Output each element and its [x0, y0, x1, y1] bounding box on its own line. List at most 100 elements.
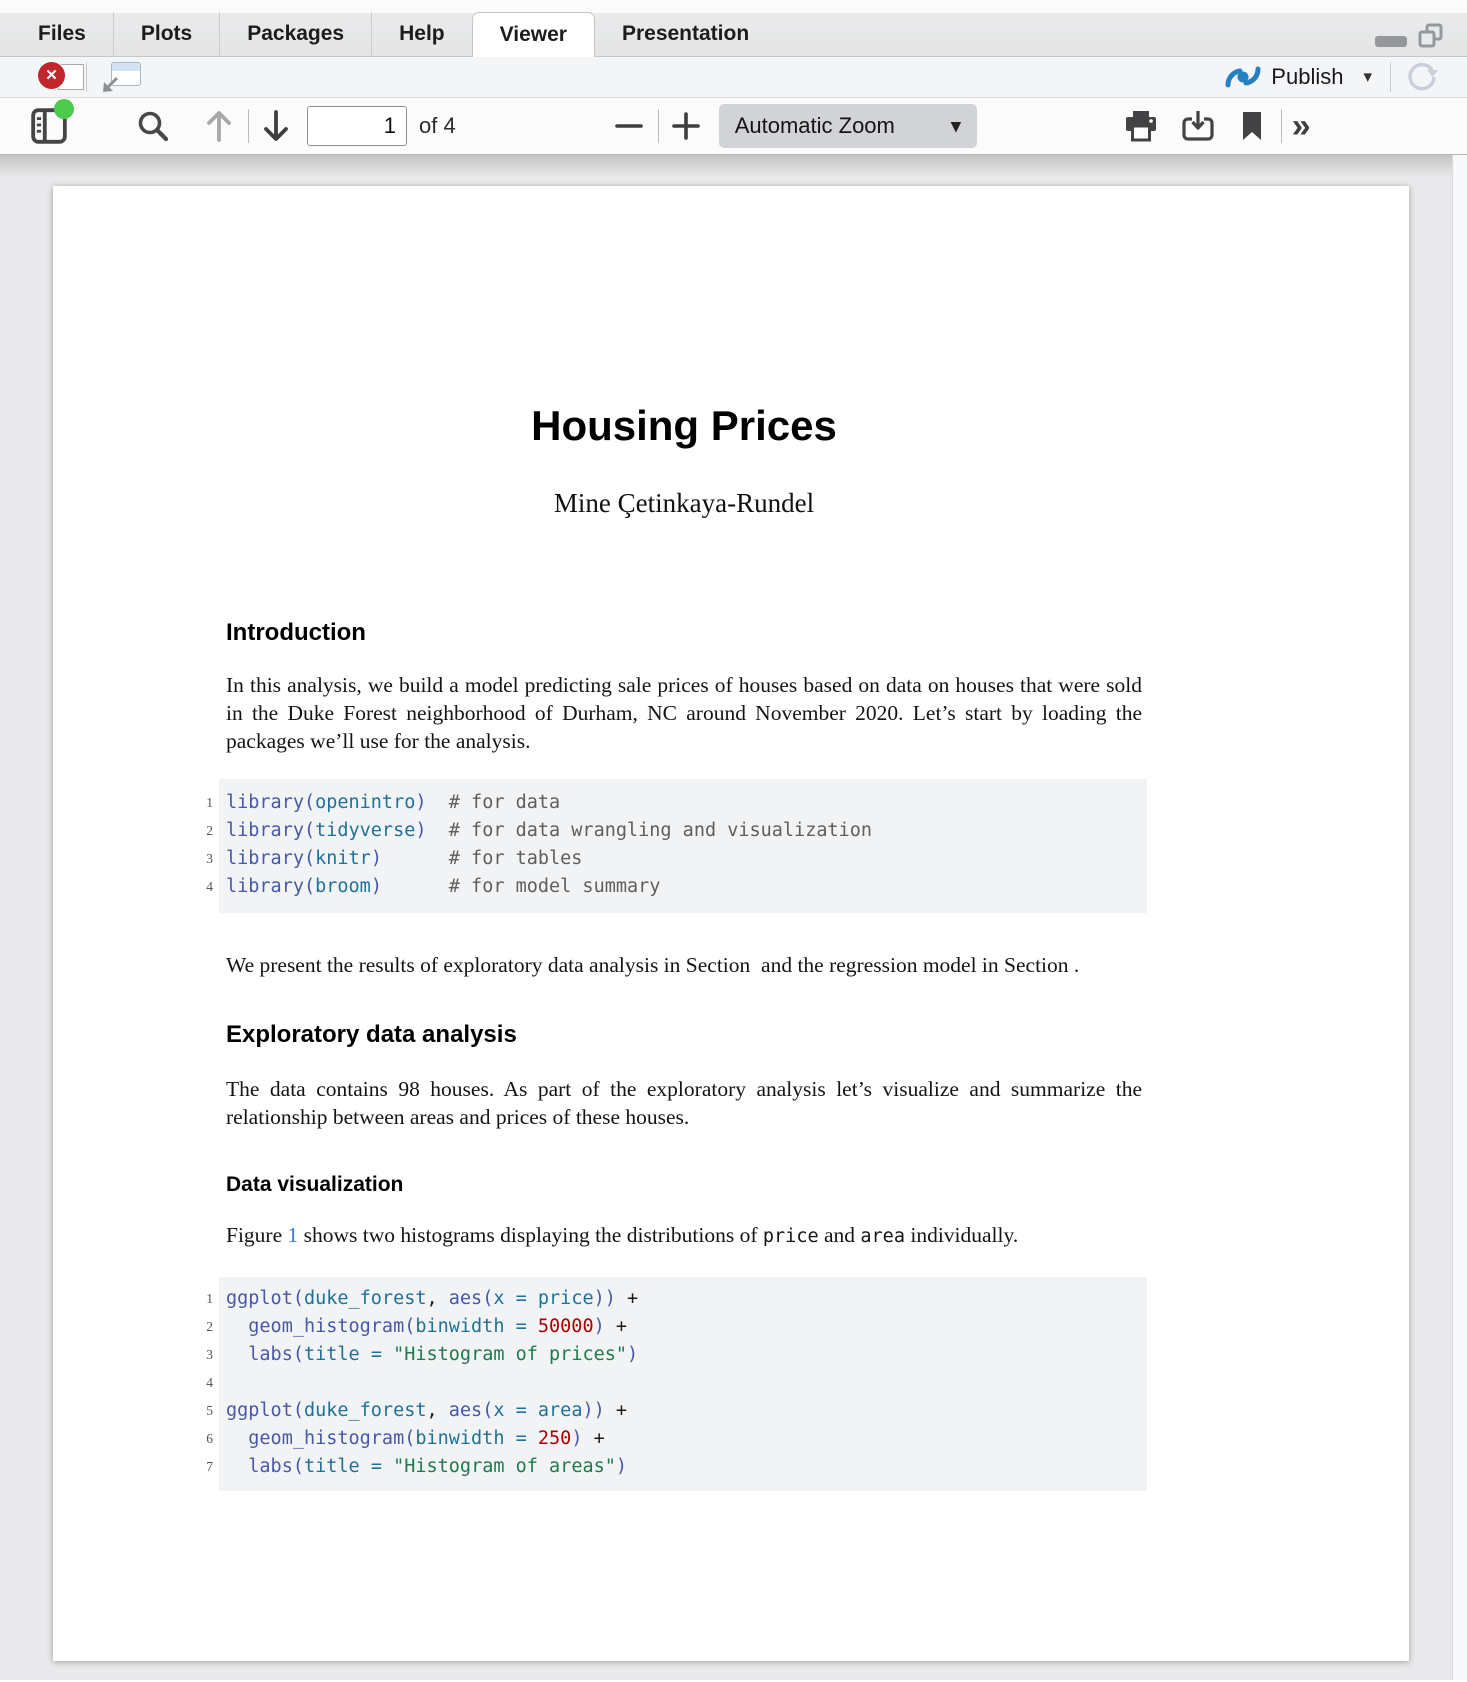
print-button[interactable] [1123, 109, 1159, 143]
section-heading-introduction: Introduction [226, 619, 1142, 647]
code-line-number: 5 [193, 1397, 213, 1425]
tab-label: Presentation [622, 22, 749, 46]
code-line-number: 1 [193, 1285, 213, 1313]
code-line-number: 1 [193, 789, 213, 817]
print-icon [1123, 109, 1159, 143]
popout-button[interactable] [101, 60, 145, 94]
minus-icon [614, 111, 644, 141]
code-line: 4library(broom) # for model summary [219, 873, 1147, 901]
minimize-pane-icon[interactable] [1375, 36, 1407, 47]
rstudio-viewer-pane: Files Plots Packages Help Viewer Presentation… [0, 0, 1467, 1682]
zoom-select-value: Automatic Zoom [735, 113, 895, 139]
code-line: 1library(openintro) # for data [219, 789, 1147, 817]
close-icon: ✕ [38, 62, 65, 89]
publish-icon [1225, 64, 1261, 90]
subsection-heading-data-visualization: Data visualization [226, 1173, 1142, 1197]
inline-code-area: area [860, 1226, 905, 1247]
code-line: 6 geom_histogram(binwidth = 250) + [219, 1425, 1147, 1453]
pdf-document-content: Housing Prices Mine Çetinkaya-Rundel Int… [53, 400, 1142, 1491]
toggle-sidebar-button[interactable] [28, 105, 70, 147]
tab-packages[interactable]: Packages [219, 12, 371, 56]
toolbar-divider [1390, 62, 1391, 92]
paragraph: We present the results of exploratory da… [226, 951, 1142, 979]
publish-button[interactable]: Publish ▾ [1225, 64, 1372, 90]
page-number-input[interactable] [307, 106, 407, 146]
code-line-number: 3 [193, 845, 213, 873]
code-line: 2 geom_histogram(binwidth = 50000) + [219, 1313, 1147, 1341]
code-line-number: 2 [193, 1313, 213, 1341]
previous-page-button[interactable] [204, 108, 234, 144]
code-line-number: 7 [193, 1453, 213, 1481]
save-button[interactable] [1181, 109, 1215, 143]
arrow-down-icon [261, 108, 291, 144]
toolbar-divider [86, 62, 87, 92]
plus-icon [671, 111, 701, 141]
zoom-select[interactable]: Automatic Zoom ▾ [719, 104, 977, 148]
current-view-button[interactable] [1239, 110, 1265, 142]
chevron-down-icon: ▾ [951, 115, 961, 138]
code-line-number: 4 [193, 873, 213, 901]
inline-code-price: price [763, 1226, 819, 1247]
tab-help[interactable]: Help [371, 12, 472, 56]
pdf-page: Housing Prices Mine Çetinkaya-Rundel Int… [53, 186, 1409, 1661]
viewer-toolbar: ✕ Publish ▾ [0, 57, 1467, 98]
tab-label: Viewer [500, 23, 567, 47]
maximize-pane-icon[interactable] [1417, 22, 1445, 50]
text-run: shows two histograms displaying the dist… [298, 1223, 763, 1247]
pane-tab-bar: Files Plots Packages Help Viewer Presentation [0, 0, 1467, 57]
publish-label: Publish [1271, 64, 1343, 90]
document-author: Mine Çetinkaya-Rundel [226, 488, 1142, 519]
tab-label: Files [38, 22, 86, 46]
tab-label: Plots [141, 22, 192, 46]
document-title: Housing Prices [226, 400, 1142, 452]
chevron-down-icon[interactable]: ▾ [1363, 67, 1372, 87]
arrow-up-icon [204, 108, 234, 144]
double-chevron-icon: » [1292, 109, 1307, 143]
code-line: 4 [219, 1369, 1147, 1397]
code-line-number: 6 [193, 1425, 213, 1453]
toolbar-divider [658, 109, 659, 143]
zoom-out-button[interactable] [614, 111, 644, 141]
more-tools-button[interactable]: » [1292, 109, 1313, 143]
figure-1-link[interactable]: 1 [288, 1223, 299, 1247]
text-run: and [819, 1223, 861, 1247]
code-line: 7 labs(title = "Histogram of areas") [219, 1453, 1147, 1481]
toolbar-divider [1281, 109, 1282, 143]
code-line: 3 labs(title = "Histogram of prices") [219, 1341, 1147, 1369]
text-run: Figure [226, 1223, 288, 1247]
code-line-number: 2 [193, 817, 213, 845]
tab-files[interactable]: Files [11, 12, 113, 56]
page-count-label: of 4 [419, 113, 456, 139]
code-line: 2library(tidyverse) # for data wrangling… [219, 817, 1147, 845]
pane-window-buttons [1375, 22, 1445, 50]
viewer-toolbar-right: Publish ▾ [1225, 60, 1439, 94]
refresh-icon [1405, 60, 1439, 94]
pdf-viewer-area: Housing Prices Mine Çetinkaya-Rundel Int… [0, 155, 1467, 1680]
code-line: 5ggplot(duke_forest, aes(x = area)) + [219, 1397, 1147, 1425]
download-icon [1181, 109, 1215, 143]
tab-presentation[interactable]: Presentation [595, 12, 776, 56]
tab-viewer[interactable]: Viewer [472, 12, 595, 57]
find-in-document-button[interactable] [136, 109, 170, 143]
pane-tabs: Files Plots Packages Help Viewer Presentation [0, 0, 1467, 56]
code-line: 3library(knitr) # for tables [219, 845, 1147, 873]
refresh-button[interactable] [1405, 60, 1439, 94]
vertical-scrollbar[interactable] [1452, 155, 1467, 1680]
text-run: individually. [905, 1223, 1018, 1247]
search-icon [136, 109, 170, 143]
tab-plots[interactable]: Plots [113, 12, 219, 56]
clear-viewer-button[interactable]: ✕ [24, 57, 86, 97]
bookmark-icon [1239, 110, 1265, 142]
pdf-toolbar: of 4 Automatic Zoom ▾ [0, 98, 1467, 155]
toolbar-divider [248, 109, 249, 143]
paragraph: In this analysis, we build a model predi… [226, 671, 1142, 755]
zoom-in-button[interactable] [671, 111, 701, 141]
tab-label: Help [399, 22, 445, 46]
popout-arrow-icon [101, 72, 123, 94]
next-page-button[interactable] [261, 108, 291, 144]
code-block-ggplot: 1ggplot(duke_forest, aes(x = price)) +2 … [219, 1277, 1147, 1491]
tab-label: Packages [247, 22, 344, 46]
code-line-number: 3 [193, 1341, 213, 1369]
code-block-libraries: 1library(openintro) # for data2library(t… [219, 779, 1147, 913]
sidebar-notification-dot [54, 99, 74, 119]
